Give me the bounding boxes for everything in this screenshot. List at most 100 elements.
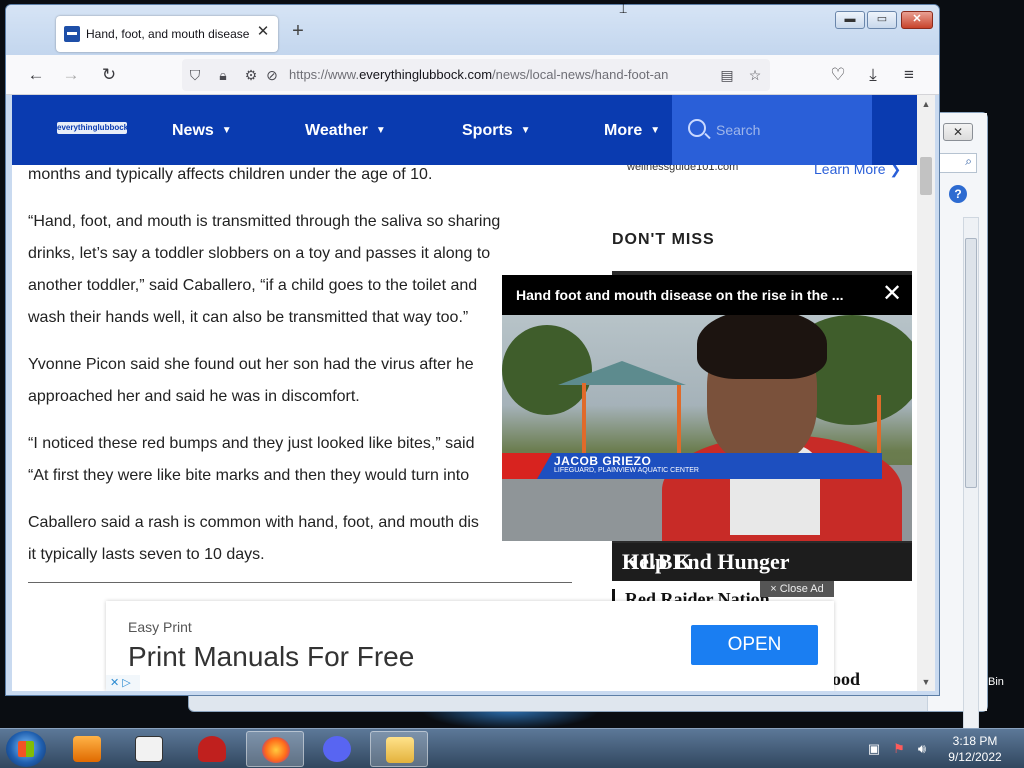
page-viewport: months and typically affects children un…	[12, 95, 917, 691]
folder-icon	[386, 737, 414, 763]
clock-date: 9/12/2022	[948, 750, 1002, 764]
article-line: wash their hands well, it can also be tr…	[28, 309, 469, 326]
site-navigation: everythinglubbock News ▼ Weather ▼ Sports ▼…	[12, 95, 917, 165]
article-paragraph: Caballero said a rash is common with han…	[28, 507, 548, 571]
taskbar-discord[interactable]	[308, 731, 366, 767]
article-line: approached her and said he was in discom…	[28, 388, 360, 405]
taskbar-explorer[interactable]	[370, 731, 428, 767]
chevron-down-icon: ▼	[520, 125, 531, 136]
site-search-input[interactable]: Search	[672, 95, 872, 165]
close-ad-button[interactable]: × Close Ad	[760, 581, 834, 597]
page-scrollbar[interactable]: ▲ ▼	[917, 95, 935, 691]
scroll-thumb[interactable]	[920, 157, 932, 195]
lower-third: JACOB GRIEZO LIFEGUARD, PLAINVIEW AQUATI…	[502, 453, 912, 479]
video-frame[interactable]: JACOB GRIEZO LIFEGUARD, PLAINVIEW AQUATI…	[502, 315, 912, 541]
new-tab-icon[interactable]: +	[288, 21, 308, 42]
nav-weather[interactable]: Weather ▼	[305, 122, 386, 140]
article-divider	[28, 582, 572, 583]
back-arrow-icon[interactable]: ←	[25, 64, 47, 86]
recycle-bin-label[interactable]: Bin	[988, 676, 1004, 688]
scroll-up-icon[interactable]: ▲	[917, 97, 935, 111]
clock-time: 3:18 PM	[952, 734, 998, 748]
site-favicon-icon	[64, 26, 80, 42]
article-line: it typically lasts seven to 10 days.	[28, 546, 265, 563]
tracking-shield-icon[interactable]: ⛉	[185, 64, 205, 86]
blocked-media-icon[interactable]: ⊘	[262, 64, 282, 86]
card-caption: Help End Hunger KLBK	[612, 543, 912, 581]
ad-open-button[interactable]: OPEN	[691, 625, 818, 665]
mouse-cursor-icon: ⌶	[619, 0, 628, 16]
video-tree	[502, 325, 592, 415]
tab-title: Hand, foot, and mouth disease	[86, 27, 250, 41]
scroll-down-icon[interactable]: ▼	[917, 675, 935, 689]
article-paragraph: Yvonne Picon said she found out her son …	[28, 349, 548, 413]
nav-sports-label: Sports	[462, 122, 513, 139]
background-scrollbar[interactable]	[963, 217, 979, 757]
article-line: “Hand, foot, and mouth is transmitted th…	[28, 213, 501, 230]
discord-icon	[323, 736, 351, 762]
taskbar-clock[interactable]: 3:18 PM 9/12/2022	[940, 733, 1010, 765]
station-logo: KLBK	[622, 549, 694, 574]
url-prefix: https://www.	[289, 67, 360, 82]
taskbar-firefox[interactable]	[246, 731, 304, 767]
nav-news[interactable]: News ▼	[172, 122, 232, 140]
lock-icon[interactable]: 🔒︎	[213, 64, 233, 86]
dont-miss-heading: DON'T MISS	[612, 231, 715, 248]
nav-more-label: More	[604, 122, 643, 139]
network-icon[interactable]: ▣	[866, 741, 882, 757]
reload-icon[interactable]: ↻	[98, 64, 120, 86]
volume-icon[interactable]: 🔊︎	[914, 741, 930, 757]
browser-window: Hand, foot, and mouth disease ✕ + ▬ ▭ ✕ …	[5, 4, 940, 696]
article-paragraph: “I noticed these red bumps and they just…	[28, 428, 548, 492]
pocket-icon[interactable]: ♡	[827, 64, 849, 86]
close-window-button[interactable]: ✕	[901, 11, 933, 29]
article-line: drinks, let’s say a toddler slobbers on …	[28, 245, 491, 262]
help-icon[interactable]: ?	[949, 185, 967, 203]
search-icon	[688, 119, 706, 137]
nav-weather-label: Weather	[305, 122, 368, 139]
taskbar-calculator[interactable]	[120, 731, 178, 767]
permissions-icon[interactable]: ⚙	[241, 64, 261, 86]
nav-sports[interactable]: Sports ▼	[462, 122, 531, 140]
site-logo[interactable]: everythinglubbock	[57, 122, 127, 134]
tab-close-icon[interactable]: ✕	[254, 23, 272, 41]
scroll-thumb[interactable]	[965, 238, 977, 488]
article-line: Yvonne Picon said she found out her son …	[28, 356, 474, 373]
partial-headline[interactable]: ood	[832, 669, 860, 690]
article-body: months and typically affects children un…	[28, 159, 548, 586]
bookmark-star-icon[interactable]: ☆	[745, 64, 765, 86]
browser-toolbar: ← → ↻ ⛉ 🔒︎ ⚙ ⊘ https://www.everythinglub…	[6, 55, 939, 95]
nav-news-label: News	[172, 122, 214, 139]
lower-third-name: JACOB GRIEZO	[554, 454, 652, 468]
browser-tab[interactable]: Hand, foot, and mouth disease ✕	[56, 16, 278, 52]
video-close-icon[interactable]: ✕	[880, 282, 904, 307]
background-search-icon[interactable]: ⌕	[937, 153, 977, 173]
video-person-hair	[697, 315, 827, 379]
game-icon	[198, 736, 226, 762]
minimize-button[interactable]: ▬	[835, 11, 865, 29]
adchoices-icon[interactable]: ✕ ▷	[106, 675, 140, 691]
url-text[interactable]: https://www.everythinglubbock.com/news/l…	[289, 67, 709, 82]
downloads-icon[interactable]: ⤓	[862, 64, 884, 86]
article-line: Caballero said a rash is common with han…	[28, 514, 479, 531]
nav-more[interactable]: More ▼	[604, 122, 660, 140]
address-bar[interactable]: ⛉ 🔒︎ ⚙ ⊘ https://www.everythinglubbock.c…	[182, 59, 770, 91]
background-close-button[interactable]: ✕	[943, 123, 973, 141]
media-player-icon	[73, 736, 101, 762]
action-center-icon[interactable]: ⚑	[891, 741, 907, 757]
ad-headline[interactable]: Print Manuals For Free	[128, 641, 414, 673]
forward-arrow-icon[interactable]: →	[60, 64, 82, 86]
video-player[interactable]: Hand foot and mouth disease on the rise …	[502, 275, 912, 541]
url-domain: everythinglubbock.com	[359, 67, 493, 82]
maximize-button[interactable]: ▭	[867, 11, 897, 29]
chevron-down-icon: ▼	[650, 125, 661, 136]
taskbar-game[interactable]	[183, 731, 241, 767]
taskbar-media-player[interactable]	[58, 731, 116, 767]
reader-view-icon[interactable]: ▤	[717, 64, 737, 86]
browser-titlebar: Hand, foot, and mouth disease ✕ + ▬ ▭ ✕	[6, 5, 939, 55]
menu-icon[interactable]: ≡	[898, 64, 920, 86]
article-paragraph: “Hand, foot, and mouth is transmitted th…	[28, 206, 548, 334]
bottom-ad[interactable]: Easy Print Print Manuals For Free OPEN ✕…	[106, 601, 834, 691]
start-button[interactable]	[6, 731, 46, 767]
video-title: Hand foot and mouth disease on the rise …	[516, 287, 844, 303]
